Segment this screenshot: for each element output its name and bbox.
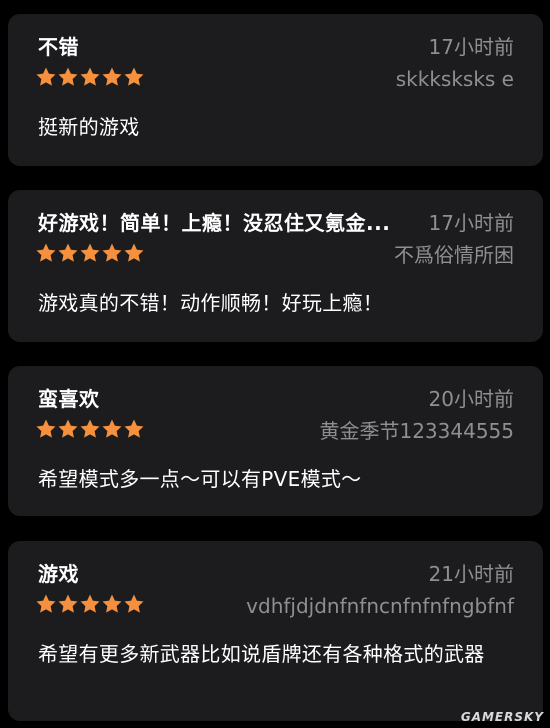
watermark-logo: GAMERSKY — [460, 710, 544, 724]
review-title: 游戏 — [38, 562, 79, 586]
review-title: 蛮喜欢 — [38, 387, 100, 411]
review-card[interactable]: 不错 17小时前 skkksksks e 挺新的游戏 — [8, 14, 543, 166]
star-filled-icon — [80, 419, 100, 438]
star-rating — [36, 67, 144, 89]
star-filled-icon — [102, 419, 122, 438]
star-filled-icon — [58, 419, 78, 438]
review-time: 21小时前 — [428, 562, 514, 586]
review-card[interactable]: 蛮喜欢 20小时前 黄金季节123344555 希望模式多一点～可以有PVE模式… — [8, 366, 543, 516]
review-author: vdhfjdjdnfnfncnfnfnfngbfnf — [246, 594, 514, 618]
review-author: 不爲俗情所困 — [394, 243, 514, 267]
star-filled-icon — [124, 67, 144, 86]
star-filled-icon — [124, 243, 144, 262]
star-filled-icon — [58, 594, 78, 613]
review-author: skkksksks e — [395, 67, 514, 91]
star-filled-icon — [124, 594, 144, 613]
star-filled-icon — [36, 419, 56, 438]
star-filled-icon — [80, 243, 100, 262]
star-filled-icon — [102, 67, 122, 86]
star-filled-icon — [58, 243, 78, 262]
star-filled-icon — [58, 67, 78, 86]
review-title: 好游戏！简单！上瘾！没忍住又氪金... — [38, 211, 391, 235]
review-body: 希望有更多新武器比如说盾牌还有各种格式的武器 — [38, 642, 485, 666]
review-body: 希望模式多一点～可以有PVE模式～ — [38, 467, 362, 491]
review-title: 不错 — [38, 35, 79, 59]
star-filled-icon — [36, 594, 56, 613]
star-filled-icon — [36, 67, 56, 86]
star-filled-icon — [36, 243, 56, 262]
review-time: 20小时前 — [428, 387, 514, 411]
star-filled-icon — [102, 243, 122, 262]
star-rating — [36, 594, 144, 616]
star-filled-icon — [124, 419, 144, 438]
star-filled-icon — [80, 67, 100, 86]
star-rating — [36, 419, 144, 441]
review-body: 挺新的游戏 — [38, 115, 140, 139]
star-filled-icon — [102, 594, 122, 613]
star-filled-icon — [80, 594, 100, 613]
review-author: 黄金季节123344555 — [319, 419, 514, 443]
star-rating — [36, 243, 144, 265]
review-time: 17小时前 — [428, 211, 514, 235]
review-card[interactable]: 游戏 21小时前 vdhfjdjdnfnfncnfnfnfngbfnf 希望有更… — [8, 541, 543, 721]
review-time: 17小时前 — [428, 35, 514, 59]
review-body: 游戏真的不错！动作顺畅！好玩上瘾！ — [38, 291, 384, 315]
review-card[interactable]: 好游戏！简单！上瘾！没忍住又氪金... 17小时前 不爲俗情所困 游戏真的不错！… — [8, 190, 543, 342]
